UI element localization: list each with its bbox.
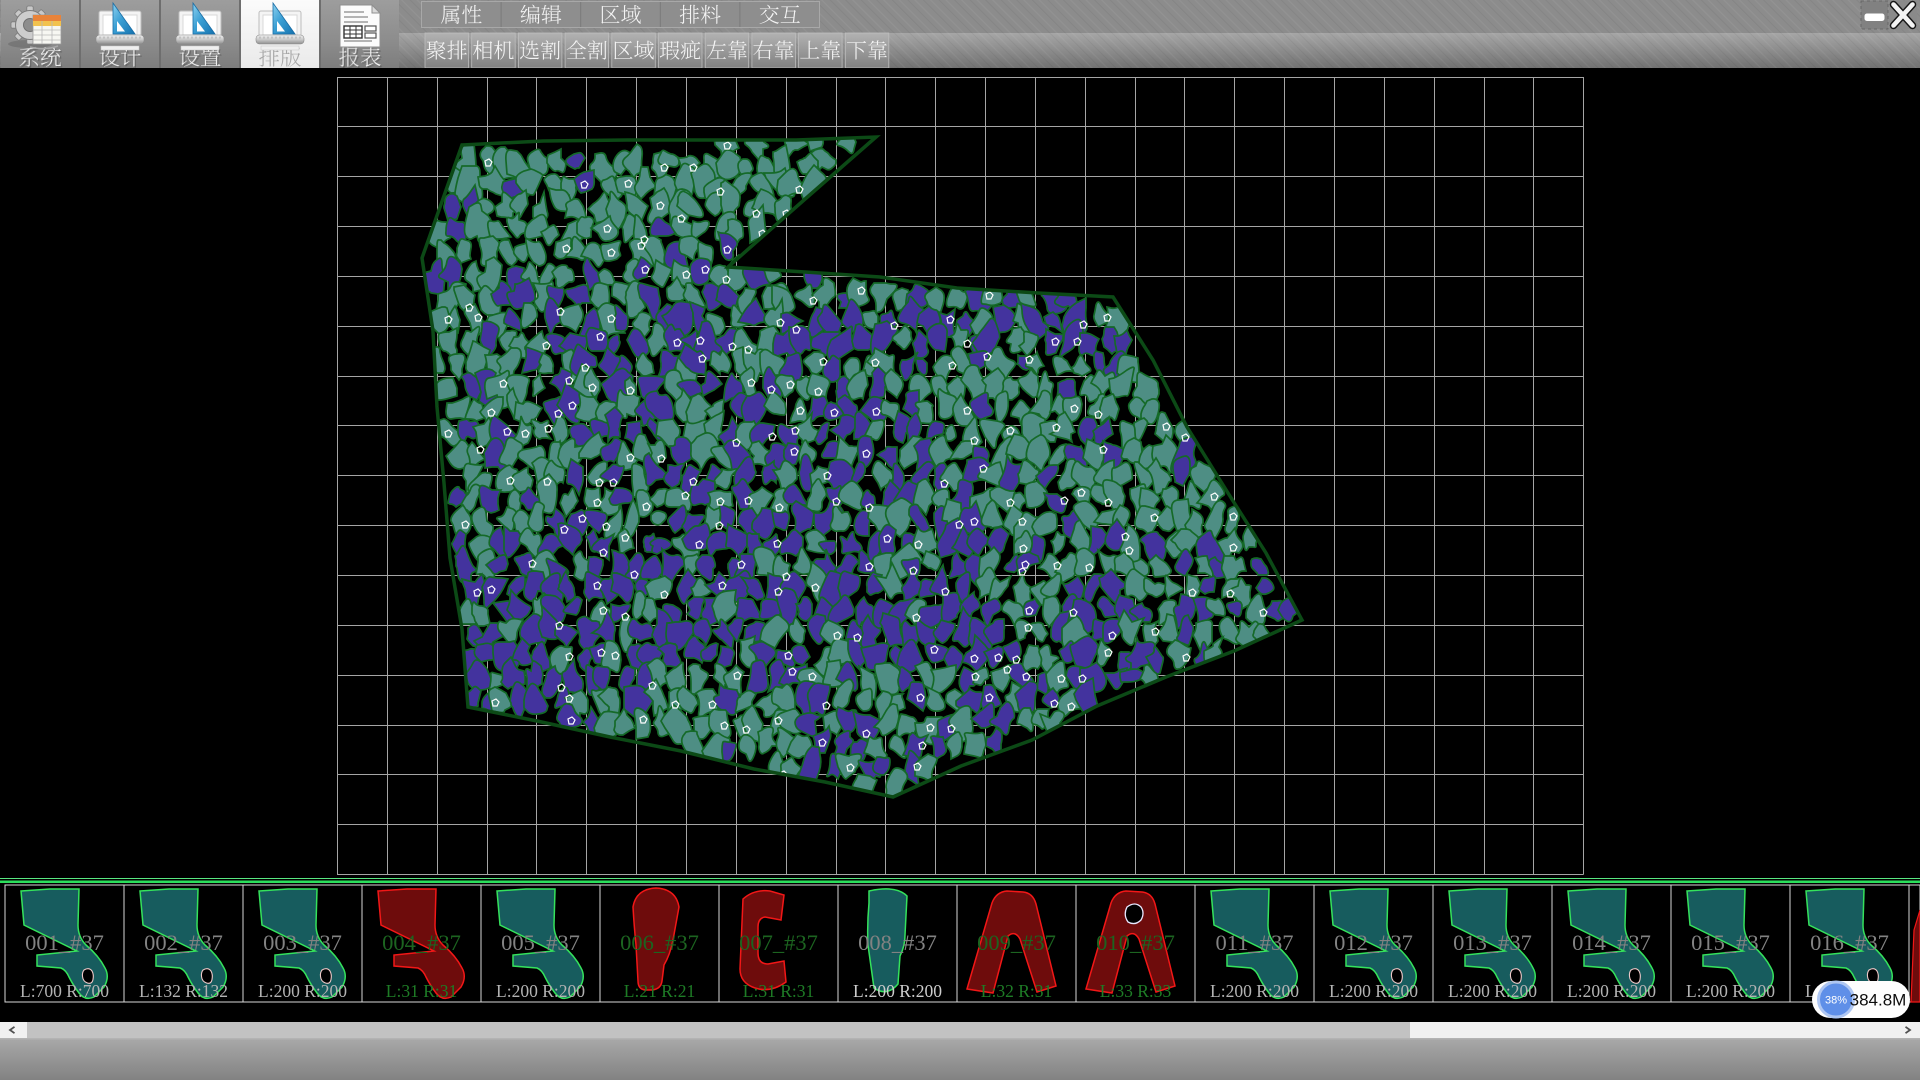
svg-text:013_#37: 013_#37 <box>1453 930 1532 955</box>
svg-text:005_#37: 005_#37 <box>501 930 580 955</box>
svg-text:38%: 38% <box>1825 995 1847 1007</box>
svg-text:L:200 R:200: L:200 R:200 <box>1567 981 1656 1001</box>
svg-text:012_#37: 012_#37 <box>1334 930 1413 955</box>
svg-text:L:200 R:200: L:200 R:200 <box>258 981 347 1001</box>
svg-text:L:200 R:200: L:200 R:200 <box>1210 981 1299 1001</box>
svg-text:007_#37: 007_#37 <box>739 930 818 955</box>
svg-text:001_#37: 001_#37 <box>25 930 104 955</box>
svg-text:L:132 R:132: L:132 R:132 <box>139 981 228 1001</box>
svg-text:L:200 R:200: L:200 R:200 <box>853 981 942 1001</box>
svg-text:014_#37: 014_#37 <box>1572 930 1651 955</box>
svg-text:015_#37: 015_#37 <box>1691 930 1770 955</box>
svg-text:L:700 R:700: L:700 R:700 <box>20 981 109 1001</box>
svg-text:002_#37: 002_#37 <box>144 930 223 955</box>
svg-text:L:200 R:200: L:200 R:200 <box>1448 981 1537 1001</box>
svg-text:009_#37: 009_#37 <box>977 930 1056 955</box>
svg-text:016_#37: 016_#37 <box>1810 930 1889 955</box>
svg-text:L:21 R:21: L:21 R:21 <box>624 981 695 1001</box>
svg-text:L:200 R:200: L:200 R:200 <box>1686 981 1775 1001</box>
svg-text:004_#37: 004_#37 <box>382 930 461 955</box>
svg-text:L:31 R:31: L:31 R:31 <box>386 981 457 1001</box>
svg-text:L:200 R:200: L:200 R:200 <box>1329 981 1418 1001</box>
svg-text:006_#37: 006_#37 <box>620 930 699 955</box>
svg-text:011_#37: 011_#37 <box>1216 930 1294 955</box>
svg-text:010_#37: 010_#37 <box>1096 930 1175 955</box>
svg-text:L:200 R:200: L:200 R:200 <box>496 981 585 1001</box>
svg-text:384.8M: 384.8M <box>1850 991 1907 1010</box>
svg-text:L:31 R:31: L:31 R:31 <box>743 981 814 1001</box>
svg-text:008_#37: 008_#37 <box>858 930 937 955</box>
svg-text:L:32 R:31: L:32 R:31 <box>981 981 1052 1001</box>
svg-text:L:33 R:33: L:33 R:33 <box>1100 981 1172 1001</box>
svg-text:003_#37: 003_#37 <box>263 930 342 955</box>
